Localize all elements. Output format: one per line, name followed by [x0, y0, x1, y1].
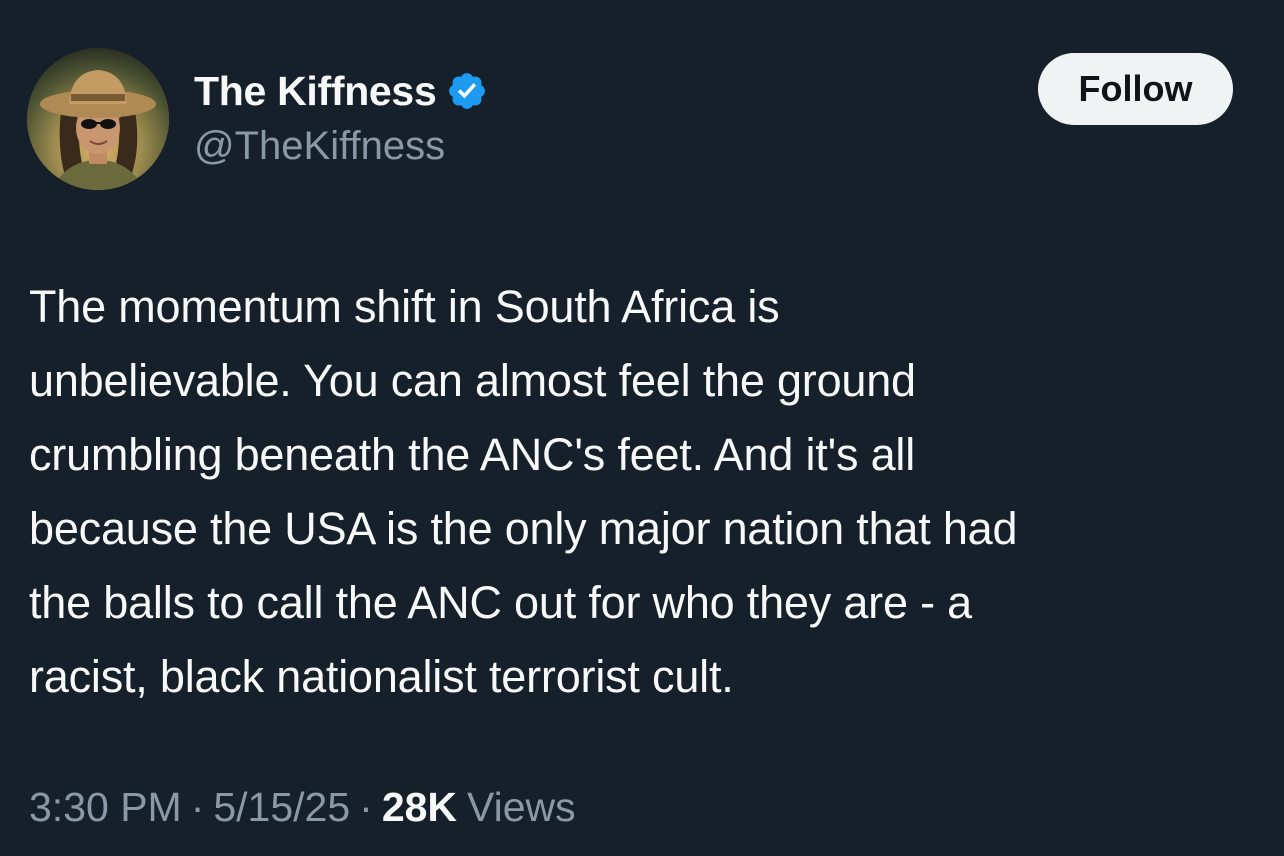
tweet-text-line: unbelievable. You can almost feel the gr…	[29, 355, 916, 406]
tweet-text: The momentum shift in South Africa is un…	[29, 270, 1259, 714]
views-label: Views	[467, 784, 576, 830]
follow-button[interactable]: Follow	[1038, 53, 1233, 125]
tweet-text-line: because the USA is the only major nation…	[29, 503, 1018, 554]
display-name-row: The Kiffness	[194, 66, 488, 116]
profile-photo-icon	[27, 48, 169, 190]
meta-separator: ·	[359, 784, 373, 830]
verified-badge-icon	[446, 70, 488, 112]
tweet-text-line: the balls to call the ANC out for who th…	[29, 577, 972, 628]
tweet-text-line: The momentum shift in South Africa is	[29, 281, 780, 332]
views-count[interactable]: 28K	[382, 784, 457, 831]
user-handle[interactable]: @TheKiffness	[194, 124, 445, 169]
display-name[interactable]: The Kiffness	[194, 68, 437, 115]
meta-separator: ·	[190, 784, 205, 830]
tweet-card: The Kiffness @TheKiffness Follow The mom…	[0, 0, 1284, 856]
tweet-time[interactable]: 3:30 PM	[29, 784, 182, 831]
tweet-meta: 3:30 PM · 5/15/25 · 28K Views	[29, 784, 576, 831]
avatar[interactable]	[27, 48, 169, 190]
tweet-text-line: crumbling beneath the ANC's feet. And it…	[29, 429, 915, 480]
tweet-text-line: racist, black nationalist terrorist cult…	[29, 651, 734, 702]
tweet-date[interactable]: 5/15/25	[213, 784, 350, 831]
